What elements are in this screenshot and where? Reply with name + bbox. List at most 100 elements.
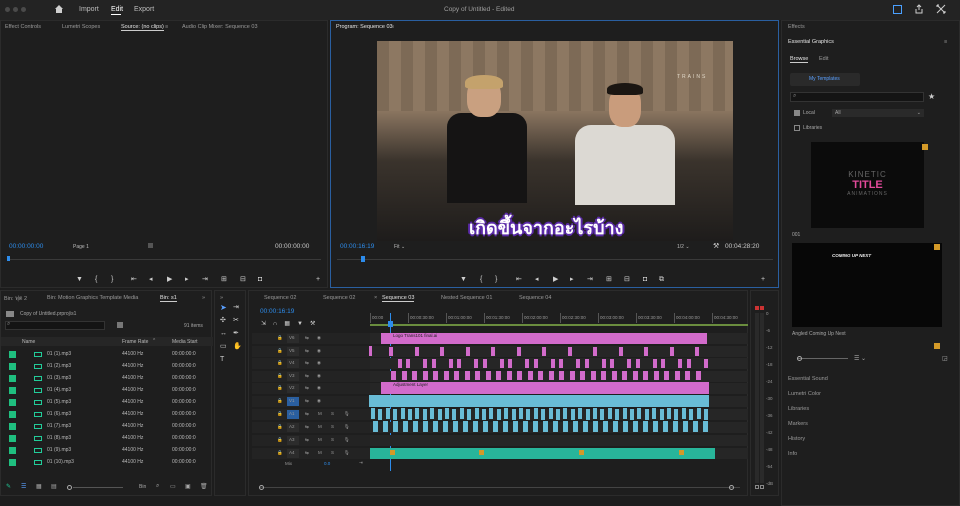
expand-icon[interactable]: ⇥: [359, 460, 363, 466]
type-tool-icon[interactable]: T: [220, 356, 224, 363]
tab-sequence[interactable]: Nested Sequence 01: [441, 295, 492, 301]
track-name[interactable]: A1: [289, 411, 295, 416]
timeline-clip[interactable]: [664, 371, 669, 380]
timeline-clip[interactable]: [578, 408, 583, 419]
timeline-clip[interactable]: [563, 421, 568, 432]
timeline-clip[interactable]: [681, 408, 686, 419]
eye-icon[interactable]: ◉: [317, 335, 321, 341]
track-name[interactable]: V5: [289, 348, 295, 353]
freeform-icon[interactable]: ▤: [51, 483, 57, 490]
ripple-edit-icon[interactable]: ✣: [220, 317, 226, 324]
list-item[interactable]: 01 (4).mp3 44100 Hz 00:00:00:0: [1, 385, 213, 396]
timeline-clip[interactable]: [627, 359, 631, 368]
step-forward-icon[interactable]: ▸: [185, 276, 189, 283]
timeline-clip[interactable]: [607, 408, 612, 419]
timeline-clip[interactable]: [474, 359, 478, 368]
track-name[interactable]: A3: [289, 437, 295, 442]
timeline-clip[interactable]: [373, 421, 378, 432]
sync-lock-icon[interactable]: ⇆: [305, 335, 309, 341]
timeline-clip[interactable]: [583, 421, 588, 432]
timeline-clip[interactable]: [703, 359, 708, 368]
timeline-clip[interactable]: [585, 409, 590, 420]
work-area-bar[interactable]: [370, 324, 748, 326]
tab-lumetri-scopes[interactable]: Lumetri Scopes: [62, 24, 100, 30]
timeline-clip[interactable]: [467, 409, 472, 420]
timeline-clip[interactable]: [644, 347, 648, 356]
close-tab-icon[interactable]: ×: [374, 295, 377, 301]
timeline-clip[interactable]: [556, 409, 560, 420]
track-name[interactable]: V2: [289, 385, 295, 390]
program-scrubber[interactable]: [337, 259, 773, 260]
eye-icon[interactable]: ◉: [317, 398, 321, 404]
timeline-clip[interactable]: [580, 371, 585, 380]
template-thumbnail-kinetic[interactable]: KINETIC TITLE ANIMATIONS: [811, 142, 924, 228]
timeline-clip[interactable]: [454, 371, 459, 380]
timeline-clip[interactable]: [389, 347, 393, 356]
lock-icon[interactable]: 🔒: [277, 373, 283, 379]
timeline-clip[interactable]: [459, 408, 464, 419]
section-history[interactable]: History: [788, 436, 805, 442]
timeline-clip[interactable]: [406, 359, 410, 368]
timeline-clip[interactable]: [622, 371, 627, 380]
timeline-clip[interactable]: [559, 359, 563, 368]
goto-in-icon[interactable]: ⇤: [131, 276, 137, 283]
timeline-clip[interactable]: [393, 421, 398, 432]
window-close-dot[interactable]: [5, 7, 10, 12]
timeline-clip[interactable]: [371, 408, 375, 419]
mic-icon[interactable]: 🎙: [344, 450, 350, 456]
timeline-clip[interactable]: [610, 359, 614, 368]
timeline-clip[interactable]: [548, 408, 553, 419]
list-item[interactable]: 01 (2).mp3 44100 Hz 00:00:00:0: [1, 361, 213, 372]
timeline-clip[interactable]: Adjustment Layer: [381, 382, 709, 394]
timeline-timecode[interactable]: 00:00:16:19: [260, 308, 294, 315]
nav-import[interactable]: Import: [79, 6, 99, 13]
quick-export-icon[interactable]: [893, 5, 902, 14]
insert-icon[interactable]: ⊞: [221, 276, 227, 283]
timeline-clip[interactable]: [414, 347, 419, 356]
list-item[interactable]: 01 (9).mp3 44100 Hz 00:00:00:0: [1, 445, 213, 456]
sort-up-icon[interactable]: ⌃: [152, 338, 156, 344]
timeline-clip[interactable]: [527, 371, 533, 380]
timeline-clip[interactable]: [370, 448, 715, 459]
lock-icon[interactable]: 🔒: [277, 360, 283, 366]
timeline-clip[interactable]: [696, 408, 701, 419]
lock-icon[interactable]: 🔒: [277, 398, 283, 404]
timeline-clip[interactable]: [485, 371, 491, 380]
my-templates-button[interactable]: My Templates: [790, 73, 860, 86]
timeline-clip[interactable]: [513, 421, 518, 432]
star-icon[interactable]: ★: [928, 92, 935, 101]
mark-in-icon[interactable]: {: [95, 276, 97, 283]
timeline-scrollbar[interactable]: [260, 487, 740, 488]
tab-program[interactable]: Program: Sequence 03: [336, 24, 393, 30]
timeline-clip[interactable]: [652, 408, 657, 419]
timeline-clip[interactable]: [440, 347, 444, 356]
timeline-clip[interactable]: [413, 421, 418, 432]
timeline-clip[interactable]: [423, 359, 427, 368]
tab-edit[interactable]: Edit: [819, 56, 828, 62]
timeline-clip[interactable]: [601, 371, 606, 380]
timeline-clip[interactable]: [473, 421, 478, 432]
timeline-clip[interactable]: [475, 371, 480, 380]
window-min-dot[interactable]: [13, 7, 18, 12]
timeline-clip[interactable]: [652, 359, 657, 368]
timeline-clip[interactable]: [695, 371, 701, 380]
timeline-clip[interactable]: [452, 409, 457, 420]
timeline-clip[interactable]: [593, 421, 598, 432]
timeline-clip[interactable]: [678, 359, 682, 368]
lock-icon[interactable]: 🔒: [277, 335, 283, 341]
program-step-back-icon[interactable]: ◂: [535, 276, 539, 283]
timeline-clip[interactable]: [397, 359, 402, 368]
timeline-clip[interactable]: [483, 421, 488, 432]
col-frame-rate[interactable]: Frame Rate: [122, 339, 148, 345]
program-camera-icon[interactable]: ◘: [643, 276, 647, 283]
timeline-clip[interactable]: [685, 371, 690, 380]
timeline-clip[interactable]: [433, 371, 438, 380]
timeline-clip[interactable]: [369, 346, 372, 356]
program-playhead[interactable]: [361, 256, 365, 262]
timeline-clip[interactable]: [464, 371, 470, 380]
timeline-clip[interactable]: [433, 421, 438, 432]
step-back-icon[interactable]: ◂: [149, 276, 153, 283]
timeline-clip[interactable]: [538, 371, 543, 380]
rectangle-icon[interactable]: ▭: [220, 343, 227, 350]
program-marker-icon[interactable]: ▼: [460, 276, 467, 283]
